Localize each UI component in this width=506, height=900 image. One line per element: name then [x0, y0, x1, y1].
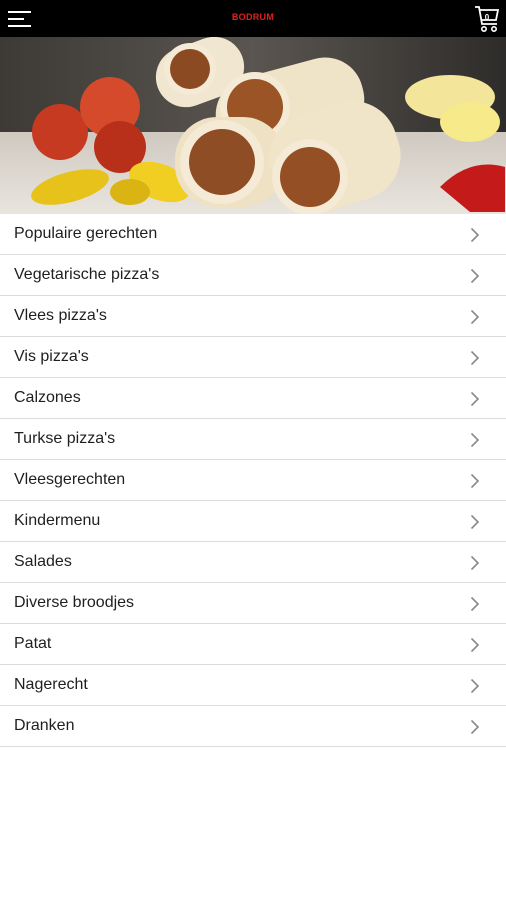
- chevron-right-icon: [470, 473, 480, 489]
- brand-logo-text: BODRUM: [231, 12, 275, 22]
- chevron-right-icon: [470, 596, 480, 612]
- category-label: Dranken: [14, 717, 75, 734]
- hero-banner-image: [0, 37, 506, 214]
- category-label: Vlees pizza's: [14, 307, 107, 324]
- chevron-right-icon: [470, 227, 480, 243]
- category-label: Diverse broodjes: [14, 594, 135, 611]
- cart-count-badge: 0: [484, 13, 490, 22]
- category-label: Kindermenu: [14, 512, 101, 529]
- category-label: Nagerecht: [14, 676, 88, 693]
- category-item[interactable]: Calzones: [0, 378, 506, 419]
- chevron-right-icon: [470, 555, 480, 571]
- category-item[interactable]: Patat: [0, 624, 506, 665]
- category-label: Populaire gerechten: [14, 225, 158, 242]
- category-label: Vleesgerechten: [14, 471, 126, 488]
- category-item[interactable]: Vegetarische pizza's: [0, 255, 506, 296]
- chevron-right-icon: [470, 350, 480, 366]
- category-label: Salades: [14, 553, 72, 570]
- category-item[interactable]: Vlees pizza's: [0, 296, 506, 337]
- top-app-bar: BODRUM 0: [0, 0, 506, 37]
- chevron-right-icon: [470, 268, 480, 284]
- chevron-right-icon: [470, 309, 480, 325]
- category-item[interactable]: Diverse broodjes: [0, 583, 506, 624]
- category-item[interactable]: Vis pizza's: [0, 337, 506, 378]
- chevron-right-icon: [470, 391, 480, 407]
- chevron-right-icon: [470, 637, 480, 653]
- category-item[interactable]: Kindermenu: [0, 501, 506, 542]
- category-item[interactable]: Nagerecht: [0, 665, 506, 706]
- category-item[interactable]: Vleesgerechten: [0, 460, 506, 501]
- category-item[interactable]: Dranken: [0, 706, 506, 747]
- category-item[interactable]: Turkse pizza's: [0, 419, 506, 460]
- chevron-right-icon: [470, 514, 480, 530]
- category-label: Turkse pizza's: [14, 430, 116, 447]
- category-label: Vegetarische pizza's: [14, 266, 160, 283]
- cart-button[interactable]: 0: [473, 4, 501, 34]
- category-item[interactable]: Populaire gerechten: [0, 214, 506, 255]
- category-label: Calzones: [14, 389, 81, 406]
- category-item[interactable]: Salades: [0, 542, 506, 583]
- chevron-right-icon: [470, 678, 480, 694]
- chevron-right-icon: [470, 719, 480, 735]
- chevron-right-icon: [470, 432, 480, 448]
- category-label: Patat: [14, 635, 52, 652]
- category-list: Populaire gerechten Vegetarische pizza's…: [0, 214, 506, 747]
- category-label: Vis pizza's: [14, 348, 89, 365]
